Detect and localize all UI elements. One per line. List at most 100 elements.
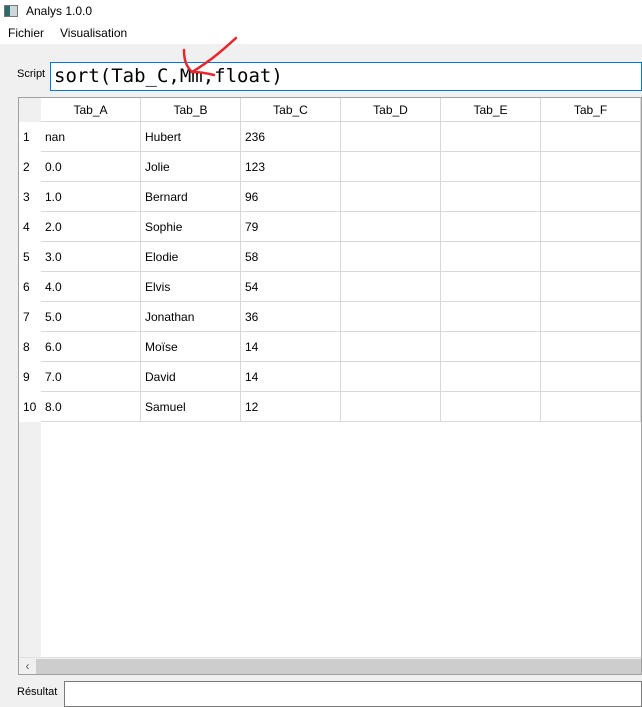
- table-cell[interactable]: David: [141, 362, 241, 392]
- table-cell[interactable]: 7.0: [41, 362, 141, 392]
- window-title: Analys 1.0.0: [26, 4, 93, 18]
- table-cell[interactable]: 5.0: [41, 302, 141, 332]
- table-cell[interactable]: [541, 362, 641, 392]
- table-cell[interactable]: 3.0: [41, 242, 141, 272]
- result-field[interactable]: [64, 681, 642, 707]
- table-cell[interactable]: [441, 242, 541, 272]
- table-cell[interactable]: [341, 242, 441, 272]
- row-number[interactable]: 4: [19, 212, 41, 242]
- row-number[interactable]: 3: [19, 182, 41, 212]
- row-number[interactable]: 8: [19, 332, 41, 362]
- row-number[interactable]: 9: [19, 362, 41, 392]
- script-input[interactable]: sort(Tab_C,Mm,float): [50, 62, 642, 91]
- table-cell[interactable]: [341, 302, 441, 332]
- table-cell[interactable]: [541, 152, 641, 182]
- table-cell[interactable]: [341, 272, 441, 302]
- table-cell[interactable]: Elodie: [141, 242, 241, 272]
- table-cell[interactable]: 36: [241, 302, 341, 332]
- table-cell[interactable]: [441, 392, 541, 422]
- column-header-tab_b[interactable]: Tab_B: [141, 98, 241, 122]
- table-cell[interactable]: [441, 302, 541, 332]
- table-cell[interactable]: 6.0: [41, 332, 141, 362]
- table-cell[interactable]: [441, 122, 541, 152]
- column-header-tab_a[interactable]: Tab_A: [41, 98, 141, 122]
- row-number[interactable]: 5: [19, 242, 41, 272]
- table-cell[interactable]: nan: [41, 122, 141, 152]
- table-cell[interactable]: 8.0: [41, 392, 141, 422]
- table-cell[interactable]: 14: [241, 362, 341, 392]
- table-row: 6 4.0 Elvis 54: [19, 272, 641, 302]
- table-row: 8 6.0 Moïse 14: [19, 332, 641, 362]
- menu-fichier[interactable]: Fichier: [0, 26, 52, 40]
- table-cell[interactable]: [541, 242, 641, 272]
- table-cell[interactable]: [541, 122, 641, 152]
- table-cell[interactable]: Bernard: [141, 182, 241, 212]
- table-cell[interactable]: Sophie: [141, 212, 241, 242]
- table-cell[interactable]: [441, 152, 541, 182]
- table-cell[interactable]: [541, 332, 641, 362]
- table-cell[interactable]: Moïse: [141, 332, 241, 362]
- row-number[interactable]: 7: [19, 302, 41, 332]
- table-cell[interactable]: [341, 212, 441, 242]
- result-label: Résultat: [17, 686, 58, 698]
- table-cell[interactable]: 4.0: [41, 272, 141, 302]
- table-cell[interactable]: [341, 362, 441, 392]
- table-row: 9 7.0 David 14: [19, 362, 641, 392]
- data-table: Tab_A Tab_B Tab_C Tab_D Tab_E Tab_F 1 nan Huber…: [18, 97, 642, 675]
- table-cell[interactable]: [541, 212, 641, 242]
- table-cell[interactable]: 123: [241, 152, 341, 182]
- table-cell[interactable]: [441, 332, 541, 362]
- table-cell[interactable]: [441, 272, 541, 302]
- table-row: 3 1.0 Bernard 96: [19, 182, 641, 212]
- column-header-tab_d[interactable]: Tab_D: [341, 98, 441, 122]
- app-icon: [4, 5, 18, 17]
- table-cell[interactable]: 54: [241, 272, 341, 302]
- table-cell[interactable]: 96: [241, 182, 341, 212]
- scroll-thumb[interactable]: [36, 659, 641, 674]
- table-cell[interactable]: Elvis: [141, 272, 241, 302]
- row-number[interactable]: 1: [19, 122, 41, 152]
- table-cell[interactable]: 79: [241, 212, 341, 242]
- table-cell[interactable]: 12: [241, 392, 341, 422]
- column-header-tab_c[interactable]: Tab_C: [241, 98, 341, 122]
- table-cell[interactable]: 2.0: [41, 212, 141, 242]
- table-cell[interactable]: Samuel: [141, 392, 241, 422]
- table-row: 2 0.0 Jolie 123: [19, 152, 641, 182]
- horizontal-scrollbar[interactable]: ‹: [19, 657, 641, 674]
- table-cell[interactable]: 58: [241, 242, 341, 272]
- table-row: 7 5.0 Jonathan 36: [19, 302, 641, 332]
- table-row: 1 nan Hubert 236: [19, 122, 641, 152]
- table-row: 5 3.0 Elodie 58: [19, 242, 641, 272]
- menu-visualisation[interactable]: Visualisation: [52, 26, 135, 40]
- table-row: 10 8.0 Samuel 12: [19, 392, 641, 422]
- table-cell[interactable]: Jonathan: [141, 302, 241, 332]
- table-cell[interactable]: [441, 362, 541, 392]
- table-cell[interactable]: [541, 182, 641, 212]
- table-cell[interactable]: [341, 152, 441, 182]
- row-number[interactable]: 10: [19, 392, 41, 422]
- table-cell[interactable]: 236: [241, 122, 341, 152]
- table-cell[interactable]: [541, 272, 641, 302]
- table-cell[interactable]: 0.0: [41, 152, 141, 182]
- table-cell[interactable]: 1.0: [41, 182, 141, 212]
- table-row: 4 2.0 Sophie 79: [19, 212, 641, 242]
- column-header-row: Tab_A Tab_B Tab_C Tab_D Tab_E Tab_F: [41, 98, 641, 122]
- title-bar: Analys 1.0.0: [0, 0, 642, 22]
- table-cell[interactable]: 14: [241, 332, 341, 362]
- table-cell[interactable]: Jolie: [141, 152, 241, 182]
- table-cell[interactable]: Hubert: [141, 122, 241, 152]
- table-cell[interactable]: [441, 212, 541, 242]
- row-number[interactable]: 6: [19, 272, 41, 302]
- column-header-tab_f[interactable]: Tab_F: [541, 98, 641, 122]
- table-cell[interactable]: [441, 182, 541, 212]
- table-cell[interactable]: [341, 392, 441, 422]
- table-cell[interactable]: [341, 122, 441, 152]
- menu-bar: Fichier Visualisation: [0, 22, 642, 44]
- table-cell[interactable]: [541, 392, 641, 422]
- table-cell[interactable]: [341, 332, 441, 362]
- column-header-tab_e[interactable]: Tab_E: [441, 98, 541, 122]
- table-cell[interactable]: [341, 182, 441, 212]
- row-number[interactable]: 2: [19, 152, 41, 182]
- scroll-left-arrow-icon[interactable]: ‹: [19, 658, 36, 674]
- table-cell[interactable]: [541, 302, 641, 332]
